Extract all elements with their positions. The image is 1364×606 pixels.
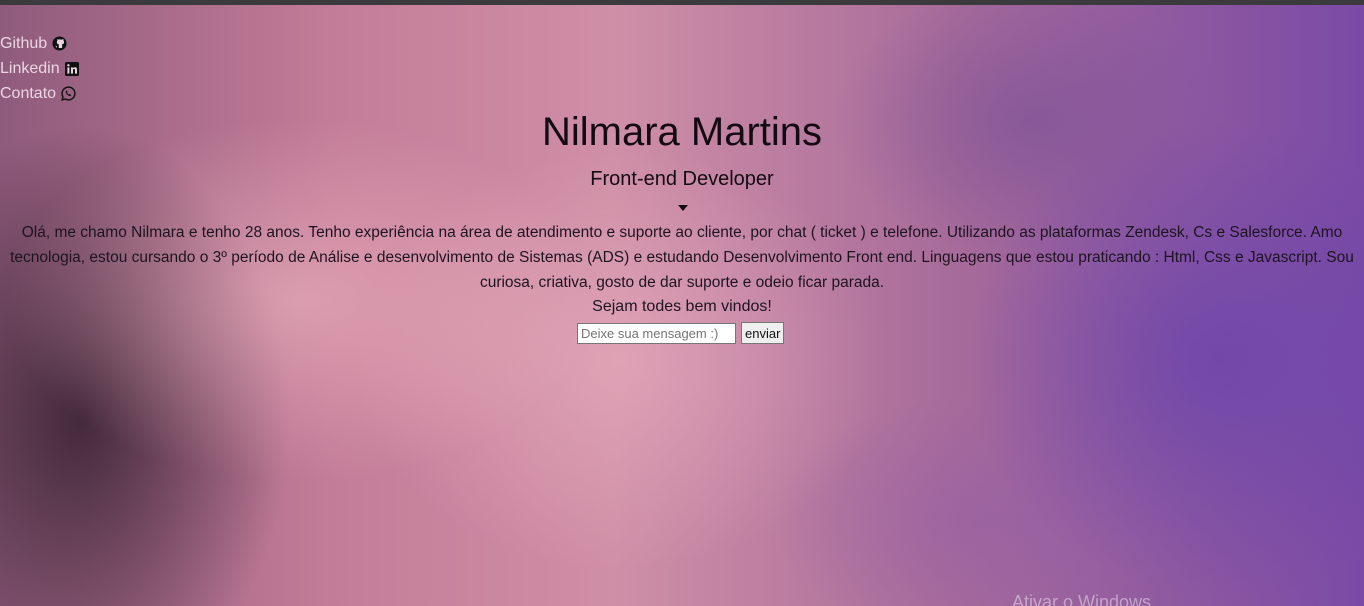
page-title: Nilmara Martins — [541, 110, 823, 154]
browser-top-bar — [0, 0, 1364, 5]
contact-link[interactable]: Contato — [0, 81, 79, 106]
message-input[interactable] — [577, 322, 736, 344]
windows-activation-watermark: Ativar o Windows — [1012, 592, 1152, 606]
send-button[interactable]: enviar — [741, 322, 785, 344]
github-link[interactable]: Github — [0, 31, 79, 56]
message-form: enviar — [577, 322, 785, 344]
about-text: Olá, me chamo Nilmara e tenho 28 anos. T… — [10, 224, 1354, 291]
welcome-text: Sejam todes bem vindos! — [592, 298, 772, 315]
linkedin-link-label: Linkedin — [0, 60, 60, 77]
github-icon — [52, 36, 67, 51]
subtitle-role: Front-end Developer — [590, 168, 774, 190]
github-link-label: Github — [0, 35, 48, 52]
caret-down-icon — [678, 205, 688, 211]
social-nav: Github Linkedin Contato — [0, 31, 79, 106]
whatsapp-icon — [61, 86, 76, 101]
linkedin-link[interactable]: Linkedin — [0, 56, 79, 81]
contact-link-label: Contato — [0, 85, 57, 102]
linkedin-icon — [64, 61, 79, 76]
